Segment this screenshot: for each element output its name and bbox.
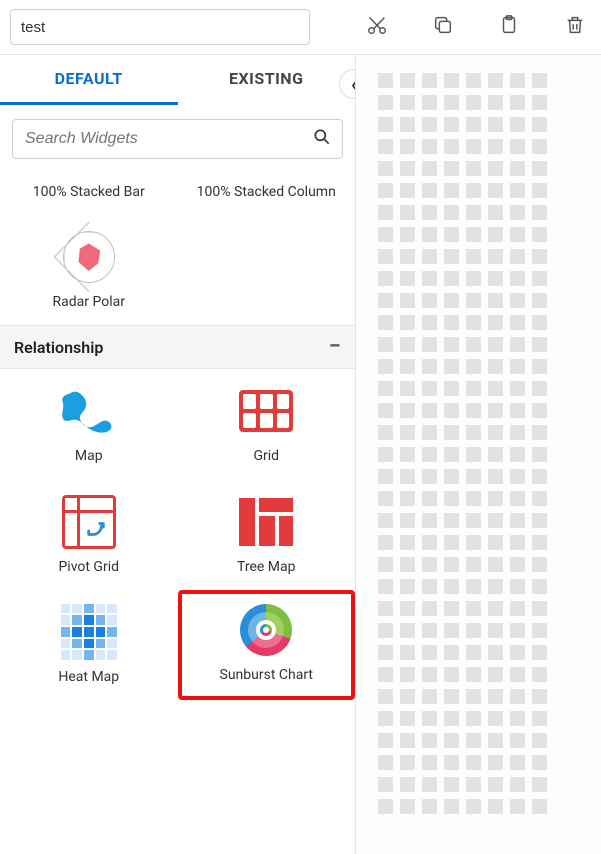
map-icon (61, 381, 117, 441)
top-toolbar (0, 0, 601, 55)
section-relationship[interactable]: Relationship − (0, 325, 355, 369)
rel-row1: Map Grid (0, 369, 355, 479)
widget-map[interactable]: Map (0, 369, 178, 479)
widget-label: Heat Map (58, 668, 119, 686)
radar-polar-icon (63, 227, 115, 287)
delete-button[interactable] (556, 8, 594, 46)
widget-label: Pivot Grid (58, 558, 119, 576)
widget-label: Grid (253, 447, 279, 465)
tab-existing[interactable]: EXISTING (178, 55, 356, 105)
collapse-section-icon: − (329, 336, 341, 358)
widget-pivot-grid[interactable]: Pivot Grid (0, 480, 178, 590)
search-widgets[interactable] (12, 119, 343, 159)
cut-icon (366, 14, 388, 40)
delete-icon (564, 14, 586, 40)
rel-row2: Pivot Grid Tree Map (0, 480, 355, 590)
chevron-left-icon: ‹ (351, 72, 356, 96)
sunburst-chart-icon (240, 600, 292, 660)
widget-label: Tree Map (237, 558, 295, 576)
panel-tabs: DEFAULT EXISTING (0, 55, 355, 105)
tab-default[interactable]: DEFAULT (0, 55, 178, 105)
widget-label: Radar Polar (53, 293, 125, 311)
paste-icon (498, 14, 520, 40)
widget-panel: ‹ DEFAULT EXISTING 100% Stacked B (0, 55, 356, 854)
pivot-grid-icon (62, 492, 116, 552)
widget-100-stacked-bar[interactable]: 100% Stacked Bar (0, 165, 178, 215)
app-root: ‹ DEFAULT EXISTING 100% Stacked B (0, 0, 601, 854)
paste-button[interactable] (490, 8, 528, 46)
search-wrap (0, 105, 355, 165)
grid-icon (239, 381, 293, 441)
rel-row3: Heat Map Sunburst Chart (0, 590, 355, 700)
body: ‹ DEFAULT EXISTING 100% Stacked B (0, 55, 601, 854)
widget-heat-map[interactable]: Heat Map (0, 590, 178, 700)
widget-scroll[interactable]: 100% Stacked Bar 100% Stacked Column Rad… (0, 165, 355, 854)
widget-label: Map (75, 447, 103, 465)
toolbar-actions (358, 8, 594, 46)
widget-radar-polar[interactable]: Radar Polar (0, 215, 178, 325)
design-canvas[interactable] (356, 55, 601, 854)
top-widget-row: 100% Stacked Bar 100% Stacked Column (0, 165, 355, 215)
copy-button[interactable] (424, 8, 462, 46)
widget-label: Sunburst Chart (220, 666, 313, 684)
tree-map-icon (239, 492, 293, 552)
dashboard-title-input[interactable] (10, 9, 310, 45)
copy-icon (432, 14, 454, 40)
widget-grid[interactable]: Grid (178, 369, 356, 479)
widget-tree-map[interactable]: Tree Map (178, 480, 356, 590)
widget-label: 100% Stacked Bar (33, 183, 145, 201)
search-input[interactable] (23, 129, 312, 149)
cut-button[interactable] (358, 8, 396, 46)
widget-sunburst-chart[interactable]: Sunburst Chart (178, 590, 356, 700)
heat-map-icon (61, 602, 117, 662)
search-icon (312, 127, 332, 151)
widget-100-stacked-column[interactable]: 100% Stacked Column (178, 165, 356, 215)
widget-label: 100% Stacked Column (197, 183, 336, 201)
canvas-placeholder-grid (378, 73, 568, 814)
top-widget-row2: Radar Polar (0, 215, 355, 325)
section-title: Relationship (14, 338, 103, 357)
